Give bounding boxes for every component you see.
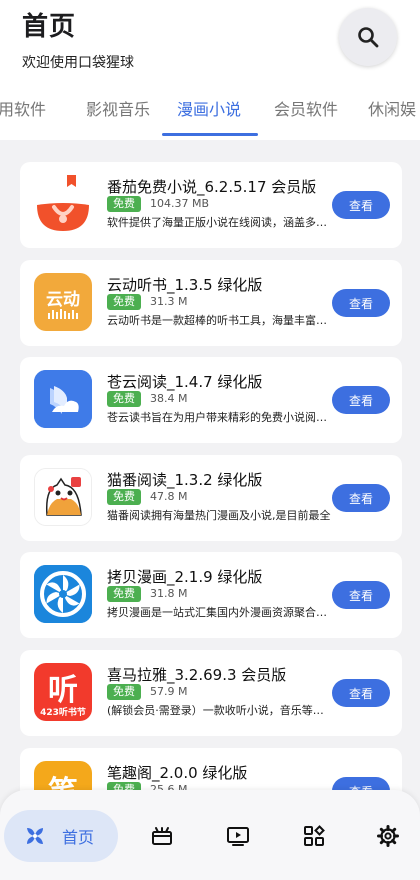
app-size: 38.4 M	[150, 392, 188, 405]
app-card[interactable]: 拷贝漫画_2.1.9 绿化版 免费 31.8 M 拷贝漫画是一站式汇集国内外漫画…	[20, 552, 402, 638]
tab-casual-entertainment[interactable]: 休闲娱	[368, 96, 416, 120]
view-button[interactable]: 查看	[332, 191, 390, 219]
view-button[interactable]: 查看	[332, 484, 390, 512]
view-button[interactable]: 查看	[332, 679, 390, 707]
app-card[interactable]: 云动 云动听书_1.3.5 绿化版 免费 31.3 M 云动听书是一款超棒的听书…	[20, 260, 402, 346]
nav-home-label: 首页	[62, 828, 95, 847]
app-card[interactable]: 番茄免费小说_6.2.5.17 会员版 免费 104.37 MB 软件提供了海量…	[20, 162, 402, 248]
category-tabs: 常用软件 影视音乐 漫画小说 会员软件 休闲娱	[0, 90, 420, 138]
view-button[interactable]: 查看	[332, 581, 390, 609]
app-name: 喜马拉雅_3.2.69.3 会员版	[107, 666, 287, 684]
header: 首页 欢迎使用口袋猩球	[0, 0, 420, 90]
tomato-novel-icon	[34, 175, 92, 233]
copy-manga-icon	[34, 565, 92, 623]
cangyun-icon	[34, 370, 92, 428]
app-name: 笔趣阁_2.0.0 绿化版	[107, 764, 248, 782]
tab-comics-novels[interactable]: 漫画小说	[177, 96, 241, 120]
app-description: 苍云读书旨在为用户带来精彩的免费小说阅读体验	[107, 411, 333, 424]
app-card[interactable]: 听 423听书节 喜马拉雅_3.2.69.3 会员版 免费 57.9 M (解锁…	[20, 650, 402, 736]
app-size: 31.3 M	[150, 295, 188, 308]
page-title: 首页	[22, 12, 77, 42]
app-list[interactable]: 番茄免费小说_6.2.5.17 会员版 免费 104.37 MB 软件提供了海量…	[0, 140, 420, 880]
app-name: 番茄免费小说_6.2.5.17 会员版	[107, 178, 317, 196]
app-name: 猫番阅读_1.3.2 绿化版	[107, 471, 263, 489]
app-size: 31.8 M	[150, 587, 188, 600]
app-card[interactable]: 猫番阅读_1.3.2 绿化版 免费 47.8 M 猫番阅读拥有海量热门漫画及小说…	[20, 455, 402, 541]
search-icon	[358, 27, 379, 48]
app-name: 云动听书_1.3.5 绿化版	[107, 276, 263, 294]
app-description: (解锁会员·需登录）一款收听小说，音乐等节目	[107, 704, 333, 717]
app-description: 软件提供了海量正版小说在线阅读，涵盖多种题材	[107, 216, 333, 229]
app-size: 57.9 M	[150, 685, 188, 698]
yundong-icon: 云动	[34, 273, 92, 331]
video-player-icon[interactable]	[226, 824, 250, 848]
view-button[interactable]: 查看	[332, 289, 390, 317]
app-description: 猫番阅读拥有海量热门漫画及小说,是目前最全	[107, 509, 331, 522]
tab-video-music[interactable]: 影视音乐	[86, 96, 150, 120]
apps-grid-icon[interactable]	[302, 824, 326, 848]
tab-common-software[interactable]: 常用软件	[0, 96, 46, 120]
app-size: 104.37 MB	[150, 197, 210, 210]
active-tab-indicator	[162, 133, 258, 136]
view-button[interactable]: 查看	[332, 386, 390, 414]
app-description: 云动听书是一款超棒的听书工具，海量丰富资源	[107, 314, 333, 327]
search-button[interactable]	[339, 8, 397, 66]
ximalaya-icon-glyph: 听	[48, 673, 78, 708]
bottom-navigation: 首页	[0, 790, 420, 880]
tab-vip-software[interactable]: 会员软件	[274, 96, 338, 120]
ticket-box-icon[interactable]	[150, 824, 174, 848]
nav-home[interactable]: 首页	[4, 810, 118, 862]
pinwheel-icon	[27, 828, 43, 844]
free-badge: 免费	[107, 489, 141, 505]
free-badge: 免费	[107, 684, 141, 700]
page-subtitle: 欢迎使用口袋猩球	[22, 55, 134, 71]
free-badge: 免费	[107, 294, 141, 310]
ximalaya-icon-caption: 423听书节	[40, 708, 86, 718]
free-badge: 免费	[107, 586, 141, 602]
free-badge: 免费	[107, 391, 141, 407]
maofan-icon	[34, 468, 92, 526]
ximalaya-icon: 听 423听书节	[34, 663, 92, 721]
settings-gear-icon[interactable]	[376, 824, 400, 848]
app-name: 拷贝漫画_2.1.9 绿化版	[107, 568, 263, 586]
app-description: 拷贝漫画是一站式汇集国内外漫画资源聚合平台	[107, 606, 333, 619]
app-card[interactable]: 苍云阅读_1.4.7 绿化版 免费 38.4 M 苍云读书旨在为用户带来精彩的免…	[20, 357, 402, 443]
free-badge: 免费	[107, 196, 141, 212]
app-name: 苍云阅读_1.4.7 绿化版	[107, 373, 263, 391]
app-size: 47.8 M	[150, 490, 188, 503]
